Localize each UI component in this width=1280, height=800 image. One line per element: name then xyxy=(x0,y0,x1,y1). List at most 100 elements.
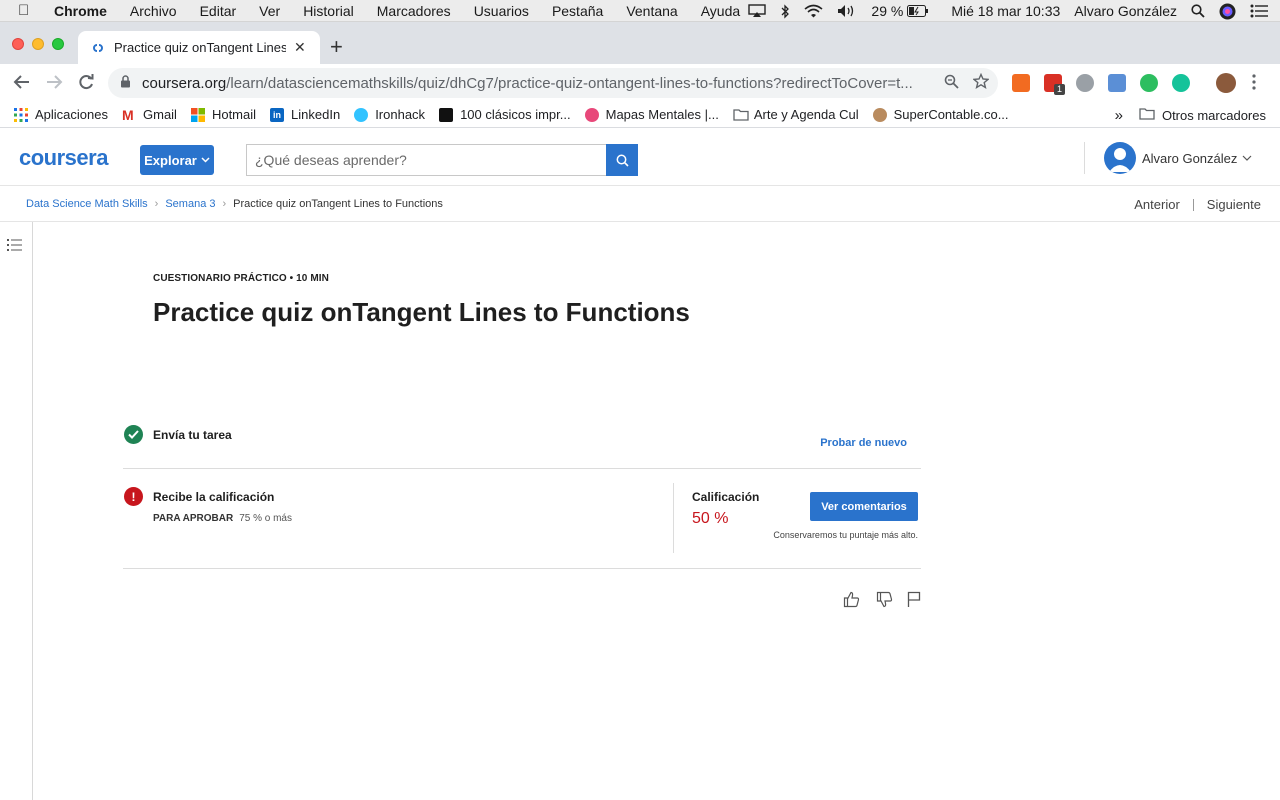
avatar xyxy=(1104,142,1136,174)
battery-icon[interactable] xyxy=(907,5,929,17)
url-path: /learn/datasciencemathskills/quiz/dhCg7/… xyxy=(226,74,913,92)
forward-icon[interactable] xyxy=(45,73,63,95)
menu-item-editar[interactable]: Editar xyxy=(200,3,237,19)
breadcrumb-week[interactable]: Semana 3 xyxy=(165,198,215,210)
bookmark-linkedin[interactable]: in LinkedIn xyxy=(270,107,340,122)
apps-grid-icon xyxy=(14,107,28,122)
extension-image-icon[interactable] xyxy=(1108,74,1126,92)
address-bar[interactable]: coursera.org/learn/datasciencemathskills… xyxy=(108,68,998,98)
microsoft-icon xyxy=(190,107,205,122)
previous-link[interactable]: Anterior xyxy=(1134,197,1180,212)
bookmark-clasicos[interactable]: 100 clásicos impr... xyxy=(439,107,571,122)
supercontable-icon xyxy=(872,107,887,122)
header-divider xyxy=(1084,142,1085,174)
bookmark-arte-agenda[interactable]: Arte y Agenda Cul xyxy=(733,107,859,122)
other-bookmarks[interactable]: Otros marcadores xyxy=(1162,108,1266,123)
menu-app-name[interactable]: Chrome xyxy=(54,3,107,19)
linkedin-icon: in xyxy=(270,107,285,122)
chrome-menu-icon[interactable] xyxy=(1252,74,1256,94)
bookmark-mapas-mentales[interactable]: Mapas Mentales |... xyxy=(584,107,719,122)
explore-label: Explorar xyxy=(144,152,197,168)
bookmarks-overflow-icon[interactable]: » xyxy=(1115,107,1123,124)
apple-menu-icon[interactable]:  xyxy=(18,2,42,19)
siri-icon[interactable] xyxy=(1219,3,1236,20)
minimize-window-button[interactable] xyxy=(32,38,44,50)
bookmark-hotmail[interactable]: Hotmail xyxy=(190,107,256,122)
site-header: coursera Explorar Alvaro González xyxy=(0,128,1280,186)
clock[interactable]: Mié 18 mar 10:33 xyxy=(951,3,1060,19)
wifi-icon[interactable] xyxy=(804,4,823,18)
profile-avatar[interactable] xyxy=(1216,73,1236,93)
menu-item-pestana[interactable]: Pestaña xyxy=(552,3,603,19)
bookmark-gmail[interactable]: M Gmail xyxy=(122,107,177,122)
bookmark-label: LinkedIn xyxy=(291,107,341,122)
browser-tab-active[interactable]: Practice quiz onTangent Lines ✕ xyxy=(78,31,320,64)
zoom-icon[interactable] xyxy=(944,74,959,93)
menu-item-archivo[interactable]: Archivo xyxy=(130,3,177,19)
bluetooth-icon[interactable] xyxy=(780,3,790,19)
new-tab-icon[interactable]: + xyxy=(330,36,343,58)
flag-icon[interactable] xyxy=(907,591,921,613)
url-host: coursera.org xyxy=(142,74,227,92)
search-button[interactable] xyxy=(606,144,638,176)
page-title: Practice quiz onTangent Lines to Functio… xyxy=(153,297,690,327)
check-circle-icon xyxy=(124,425,143,444)
view-feedback-button[interactable]: Ver comentarios xyxy=(810,492,918,521)
next-link[interactable]: Siguiente xyxy=(1207,197,1261,212)
back-icon[interactable] xyxy=(13,73,31,95)
bookmark-ironhack[interactable]: Ironhack xyxy=(354,107,425,122)
reload-icon[interactable] xyxy=(77,73,95,95)
menu-item-ventana[interactable]: Ventana xyxy=(626,3,677,19)
window-controls xyxy=(12,38,72,50)
volume-icon[interactable] xyxy=(837,4,857,18)
coursera-logo[interactable]: coursera xyxy=(19,145,108,171)
menu-item-usuarios[interactable]: Usuarios xyxy=(474,3,529,19)
url-text[interactable]: coursera.org/learn/datasciencemathskills… xyxy=(142,75,932,92)
close-tab-icon[interactable]: ✕ xyxy=(294,39,306,56)
status-area: 29 % Mié 18 mar 10:33 Alvaro González xyxy=(734,0,1268,22)
gmail-icon: M xyxy=(122,106,134,123)
menu-item-marcadores[interactable]: Marcadores xyxy=(377,3,451,19)
extension-evernote-icon[interactable] xyxy=(1140,74,1158,92)
user-silhouette-icon xyxy=(1109,148,1131,172)
zoom-window-button[interactable] xyxy=(52,38,64,50)
notification-center-icon[interactable] xyxy=(1250,4,1268,18)
exclamation-circle-icon: ! xyxy=(124,487,143,506)
thumbs-up-icon[interactable] xyxy=(843,591,860,613)
bookmark-label: Mapas Mentales |... xyxy=(605,107,719,122)
grade-divider xyxy=(673,483,674,553)
bookmark-supercontable[interactable]: SuperContable.co... xyxy=(872,107,1009,122)
close-window-button[interactable] xyxy=(12,38,24,50)
bookmark-apps[interactable]: Aplicaciones xyxy=(14,107,108,122)
pass-value: 75 % o más xyxy=(239,513,292,524)
battery-percent: 29 % xyxy=(871,3,904,19)
course-outline-icon[interactable] xyxy=(7,238,22,257)
thumbs-down-icon[interactable] xyxy=(876,591,893,613)
bookmarks-bar: Aplicaciones M Gmail Hotmail in LinkedIn… xyxy=(0,102,1280,128)
chevron-right-icon: › xyxy=(222,198,227,210)
user-menu[interactable]: Alvaro González xyxy=(1104,142,1252,174)
browser-toolbar: coursera.org/learn/datasciencemathskills… xyxy=(0,64,1280,102)
bookmark-star-icon[interactable] xyxy=(972,72,990,93)
menu-item-ver[interactable]: Ver xyxy=(259,3,280,19)
menu-user-name[interactable]: Alvaro González xyxy=(1074,3,1177,19)
breadcrumb-course[interactable]: Data Science Math Skills xyxy=(26,198,148,210)
nav-divider xyxy=(1192,198,1194,211)
airplay-icon[interactable] xyxy=(748,4,767,18)
menu-item-historial[interactable]: Historial xyxy=(303,3,354,19)
extension-badge: 1 xyxy=(1054,84,1066,95)
chevron-right-icon: › xyxy=(154,198,159,210)
extension-grammarly-icon[interactable] xyxy=(1172,74,1190,92)
extension-skype-icon[interactable] xyxy=(1076,74,1094,92)
search-icon xyxy=(616,154,629,167)
bookmark-label: SuperContable.co... xyxy=(893,107,1009,122)
lock-icon[interactable] xyxy=(120,75,134,91)
search-input[interactable] xyxy=(246,144,606,176)
extension-analytics-icon[interactable] xyxy=(1012,74,1030,92)
submit-step-label: Envía tu tarea xyxy=(153,428,232,442)
spotlight-search-icon[interactable] xyxy=(1191,4,1205,18)
pass-label: PARA APROBAR xyxy=(153,513,234,524)
explore-button[interactable]: Explorar xyxy=(140,145,214,175)
bookmark-label: 100 clásicos impr... xyxy=(460,107,571,122)
retry-link[interactable]: Probar de nuevo xyxy=(820,437,907,449)
